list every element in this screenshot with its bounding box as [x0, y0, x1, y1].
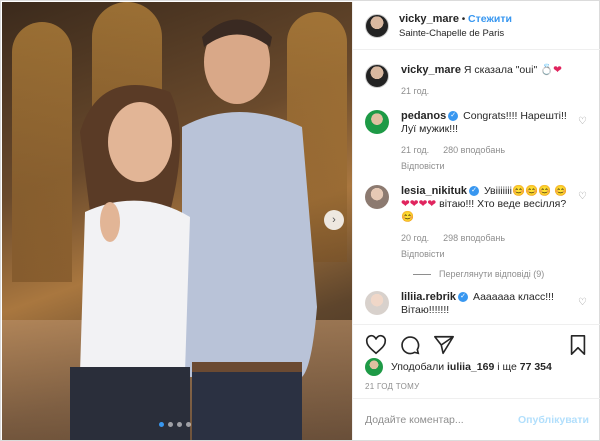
likes-middle: і ще	[497, 361, 517, 373]
comment-likes[interactable]: 298 вподобань	[443, 232, 505, 245]
comment-like-heart-icon[interactable]: ♡	[578, 297, 587, 308]
comment-time: 21 год.	[401, 145, 430, 155]
add-comment-bar: Опублікувати	[353, 398, 600, 440]
caption: vicky_mare Я сказала "oui" 💍❤ 21 год.	[365, 64, 589, 98]
verified-badge-icon: ✓	[469, 186, 480, 197]
commenter-username[interactable]: lesia_nikituk	[401, 185, 467, 197]
instagram-post: › vicky_mare • Стежити Sainte-Chapelle d…	[0, 0, 600, 441]
comment-like-heart-icon[interactable]: ♡	[578, 116, 587, 127]
bookmark-icon[interactable]	[567, 334, 589, 356]
woman-figure	[70, 85, 190, 440]
liker-avatar[interactable]	[365, 358, 383, 376]
likes-count[interactable]: 77 354	[520, 361, 552, 373]
view-replies-button[interactable]: Переглянути відповіді (9)	[413, 269, 589, 279]
comment-emoji: 😊	[401, 211, 415, 223]
comment-item: pedanos ✓ Congrats!!!! Нарешті!! Луї мужи…	[365, 110, 589, 173]
carousel-dot	[186, 422, 191, 427]
divider-line	[413, 273, 431, 275]
likes-summary: Уподобали iuliia_169 і ще 77 354	[365, 358, 552, 376]
carousel-dot	[177, 422, 182, 427]
view-replies-label: Переглянути відповіді (9)	[439, 269, 545, 279]
caption-emoji: 💍❤	[540, 64, 562, 76]
carousel-dot	[159, 422, 164, 427]
caption-text: Я сказала "oui"	[463, 64, 538, 76]
comment-item: liliia.rebrik ✓ Ааааааа класс!!! Вітаю!!!…	[365, 291, 589, 317]
caption-avatar[interactable]	[365, 64, 389, 88]
commenter-username[interactable]: pedanos	[401, 110, 446, 122]
likes-prefix: Уподобали	[391, 361, 445, 373]
location-link[interactable]: Sainte-Chapelle de Paris	[399, 28, 512, 39]
post-time-ago: 21 ГОД ТОМУ	[365, 382, 420, 391]
reply-button[interactable]: Відповісти	[401, 248, 571, 261]
carousel-dot	[168, 422, 173, 427]
comment-text-2: вітаю!!! Хто веде весілля?	[439, 198, 567, 210]
comment-like-heart-icon[interactable]: ♡	[578, 191, 587, 202]
post-photo[interactable]: ›	[2, 2, 352, 440]
verified-badge-icon: ✓	[448, 111, 459, 122]
liker-username[interactable]: iuliia_169	[447, 361, 494, 373]
verified-badge-icon: ✓	[458, 292, 469, 303]
comment-emoji: 😊😊😊	[511, 185, 552, 197]
reply-button[interactable]: Відповісти	[401, 160, 571, 173]
author-username[interactable]: vicky_mare	[399, 13, 459, 25]
comment-time: 20 год.	[401, 233, 430, 243]
comment-bubble-icon[interactable]	[399, 334, 421, 356]
caption-time: 21 год.	[401, 86, 430, 96]
commenter-avatar[interactable]	[365, 185, 389, 209]
comment-input[interactable]	[365, 413, 518, 426]
caption-username[interactable]: vicky_mare	[401, 64, 461, 76]
share-paper-plane-icon[interactable]	[433, 334, 455, 356]
follow-button[interactable]: Стежити	[468, 13, 512, 25]
separator: •	[461, 13, 466, 25]
commenter-username[interactable]: liliia.rebrik	[401, 291, 456, 303]
carousel-next-button[interactable]: ›	[324, 210, 344, 230]
author-avatar[interactable]	[365, 13, 389, 38]
commenter-avatar[interactable]	[365, 110, 389, 134]
post-side-panel: vicky_mare • Стежити Sainte-Chapelle de …	[352, 2, 600, 440]
commenter-avatar[interactable]	[365, 291, 389, 315]
post-header: vicky_mare • Стежити Sainte-Chapelle de …	[353, 2, 600, 50]
comment-text: Увііііііі	[483, 185, 512, 197]
comment-item: lesia_nikituk ✓ Увііііііі😊😊😊 😊❤❤❤❤ вітаю!…	[365, 185, 589, 261]
carousel-dots	[159, 422, 191, 427]
like-heart-icon[interactable]	[365, 334, 387, 356]
comment-likes[interactable]: 280 вподобань	[443, 144, 505, 157]
comments-list: vicky_mare Я сказала "oui" 💍❤ 21 год. pe…	[353, 52, 600, 322]
publish-button[interactable]: Опублікувати	[518, 414, 589, 426]
